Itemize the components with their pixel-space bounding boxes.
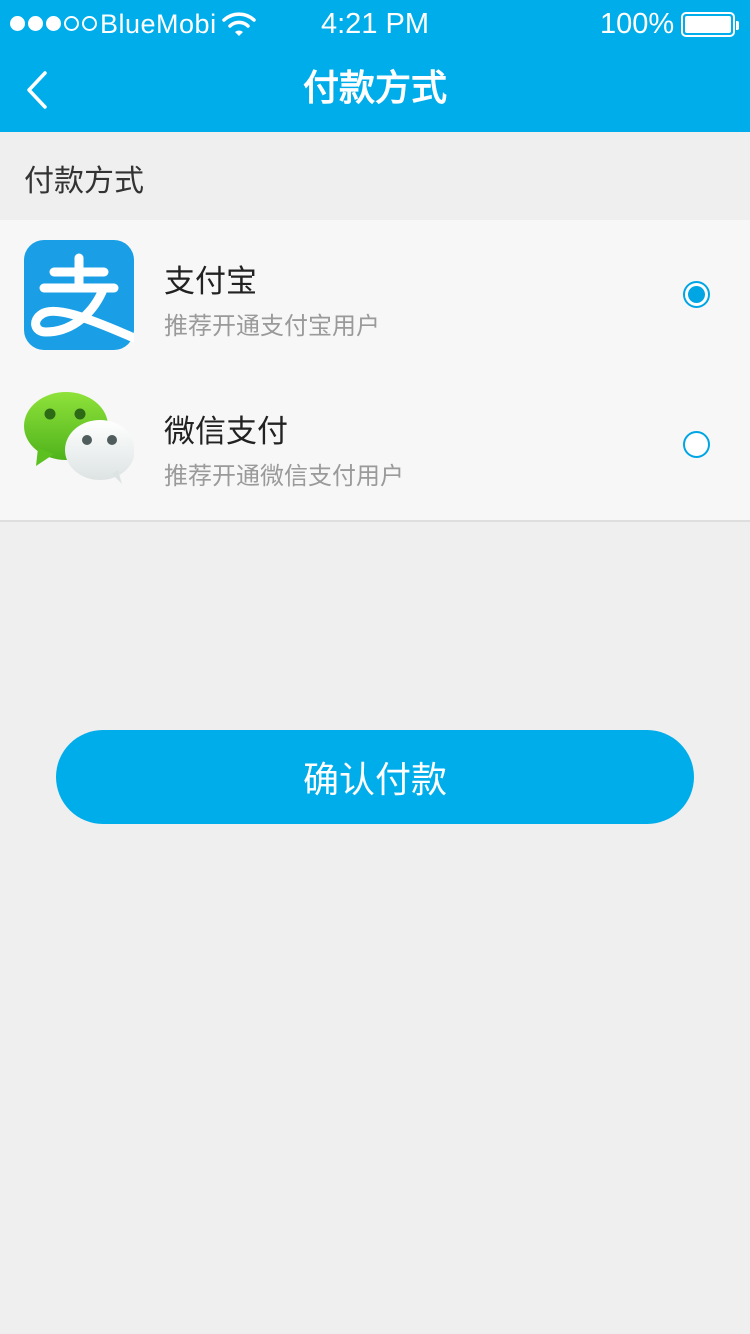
payment-method-list: 支付宝 推荐开通支付宝用户 微信支付 推荐开通微信支付用户 (0, 220, 750, 522)
wechat-icon (24, 392, 134, 484)
page-title: 付款方式 (302, 68, 447, 109)
payment-name: 微信支付 (164, 414, 288, 450)
payment-name: 支付宝 (164, 264, 257, 300)
radio-button-selected[interactable] (683, 281, 710, 308)
confirm-payment-button[interactable]: 确认付款 (56, 730, 694, 824)
section-label: 付款方式 (24, 164, 144, 199)
alipay-icon (24, 240, 134, 350)
status-bar: BlueMobi 4:21 PM 100% (0, 0, 750, 50)
payment-option-wechat[interactable]: 微信支付 推荐开通微信支付用户 (0, 370, 750, 520)
radio-button-unselected[interactable] (683, 431, 710, 458)
payment-description: 推荐开通微信支付用户 (164, 462, 404, 490)
payment-option-alipay[interactable]: 支付宝 推荐开通支付宝用户 (0, 220, 750, 370)
header: BlueMobi 4:21 PM 100% 付款方式 (0, 0, 750, 132)
battery-percentage: 100% (600, 8, 675, 40)
payment-description: 推荐开通支付宝用户 (164, 312, 380, 340)
battery-icon (681, 12, 739, 37)
